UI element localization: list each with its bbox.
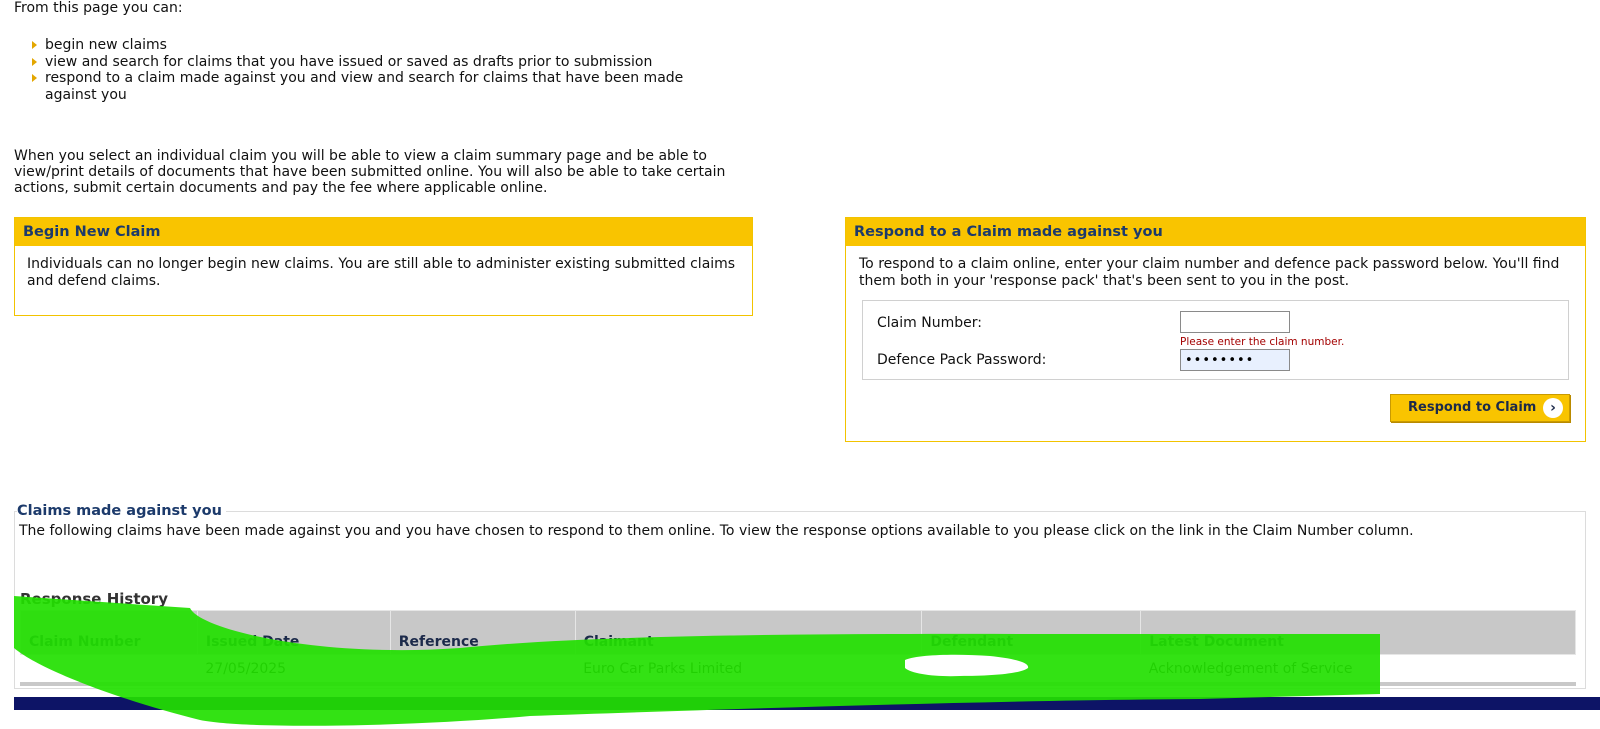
defence-pack-password-label: Defence Pack Password: bbox=[877, 352, 1047, 368]
footer-bar bbox=[14, 697, 1600, 710]
column-header-issued-date[interactable]: Issued Date bbox=[196, 610, 391, 655]
respond-to-claim-button[interactable]: Respond to Claim › bbox=[1390, 394, 1570, 422]
column-header-latest-document[interactable]: Latest Document bbox=[1140, 610, 1576, 655]
table-footer-rule bbox=[20, 682, 1576, 686]
cell-defendant bbox=[921, 654, 1141, 684]
claims-against-description: The following claims have been made agai… bbox=[19, 523, 1414, 539]
chevron-right-icon: › bbox=[1543, 398, 1563, 418]
intro-bullet-list: begin new claims view and search for cla… bbox=[32, 37, 732, 103]
column-header-defendant[interactable]: Defendant bbox=[921, 610, 1142, 655]
list-item: begin new claims bbox=[32, 37, 732, 54]
respond-claim-text: To respond to a claim online, enter your… bbox=[859, 256, 1560, 289]
defence-pack-password-input[interactable] bbox=[1180, 349, 1290, 371]
bullet-arrow-icon bbox=[32, 74, 37, 82]
column-header-claim-number[interactable]: Claim Number bbox=[20, 610, 198, 655]
intro-lead: From this page you can: bbox=[14, 0, 183, 16]
list-item: view and search for claims that you have… bbox=[32, 54, 732, 71]
column-header-claimant[interactable]: Claimant bbox=[574, 610, 923, 655]
response-history-table: Claim Number Issued Date Reference Claim… bbox=[20, 610, 1576, 684]
claim-number-label: Claim Number: bbox=[877, 315, 982, 331]
respond-to-claim-label: Respond to Claim bbox=[1408, 400, 1537, 415]
begin-new-claim-panel: Begin New Claim Individuals can no longe… bbox=[14, 217, 753, 316]
response-history-title: Response History bbox=[20, 590, 168, 608]
claim-number-input[interactable] bbox=[1180, 311, 1290, 333]
table-header-row: Claim Number Issued Date Reference Claim… bbox=[20, 610, 1576, 655]
claim-number-error: Please enter the claim number. bbox=[1180, 336, 1345, 348]
begin-new-claim-text: Individuals can no longer begin new clai… bbox=[27, 256, 736, 289]
bullet-arrow-icon bbox=[32, 41, 37, 49]
bullet-text: begin new claims bbox=[45, 37, 167, 53]
list-item: respond to a claim made against you and … bbox=[32, 70, 732, 103]
bullet-arrow-icon bbox=[32, 57, 37, 66]
claims-against-legend: Claims made against you bbox=[17, 503, 226, 519]
bullet-text: view and search for claims that you have… bbox=[45, 53, 653, 70]
cell-reference bbox=[390, 654, 576, 684]
table-row: 27/05/2025 Euro Car Parks Limited Acknow… bbox=[20, 654, 1576, 684]
begin-new-claim-title: Begin New Claim bbox=[15, 218, 752, 246]
cell-latest-document: Acknowledgement of Service bbox=[1140, 654, 1576, 684]
cell-issued-date: 27/05/2025 bbox=[197, 654, 391, 684]
intro-paragraph: When you select an individual claim you … bbox=[14, 148, 726, 196]
respond-claim-panel: Respond to a Claim made against you To r… bbox=[845, 217, 1586, 442]
claims-against-section: Claims made against you The following cl… bbox=[14, 503, 1586, 689]
respond-form: Claim Number: Please enter the claim num… bbox=[862, 300, 1569, 380]
respond-claim-title: Respond to a Claim made against you bbox=[846, 218, 1585, 246]
cell-claimant: Euro Car Parks Limited bbox=[575, 654, 922, 684]
column-header-reference[interactable]: Reference bbox=[389, 610, 576, 655]
bullet-text: respond to a claim made against you and … bbox=[45, 70, 684, 103]
cell-claim-number[interactable] bbox=[20, 654, 198, 684]
